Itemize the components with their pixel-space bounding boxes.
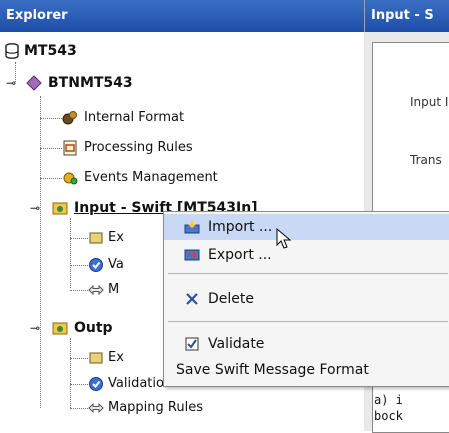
editor-tab-title[interactable]: Input - S [364, 0, 449, 32]
mono-line: a) i [374, 393, 403, 407]
menu-item-import[interactable]: Import ... [164, 214, 449, 240]
document-icon [63, 140, 77, 156]
tree-connector [70, 218, 71, 288]
menu-item-delete[interactable]: Delete [164, 286, 449, 312]
mapping-arrows-icon [88, 402, 104, 414]
explorer-title: Explorer [0, 0, 364, 32]
tree-node-label: Ex [108, 350, 124, 365]
tree-connector [70, 338, 71, 408]
mapping-arrows-icon [88, 284, 104, 296]
validate-icon [185, 337, 199, 351]
tree-connector [70, 408, 88, 409]
tree-node-label: MT543 [24, 43, 77, 59]
menu-item-label: Import ... [208, 219, 273, 235]
tree-connector [40, 178, 62, 179]
tree-connector [40, 96, 41, 408]
tree-node-processing-rules[interactable]: Processing Rules [62, 137, 282, 159]
input-folder-icon [52, 202, 68, 215]
expand-toggle-icon[interactable]: ⊸ [30, 320, 44, 336]
events-gear-icon [63, 172, 78, 185]
diamond-icon [26, 75, 42, 91]
examples-icon [89, 232, 103, 244]
tree-connector [70, 290, 88, 291]
tree-node-label: Va [108, 257, 124, 272]
menu-item-save-format[interactable]: Save Swift Message Format [164, 357, 449, 383]
tree-node-label: Outp [74, 320, 113, 336]
context-menu: Import ... Export ... Delete Validate Sa… [163, 211, 449, 387]
tree-node-output-mapping[interactable]: Mapping Rules [88, 397, 288, 419]
tree-connector [70, 358, 88, 359]
mono-text-area[interactable]: a) i bock [374, 392, 403, 424]
menu-item-validate[interactable]: Validate [164, 331, 449, 357]
import-icon [184, 220, 200, 234]
tree-node-label: BTNMT543 [48, 75, 133, 91]
database-icon [5, 43, 19, 59]
tree-node-label: Processing Rules [84, 140, 193, 155]
tree-node-internal-format[interactable]: Internal Format [62, 107, 282, 129]
mouse-pointer-icon [276, 228, 292, 249]
tree-node-input-validation[interactable]: Va [88, 254, 168, 276]
tree-node-label: Ex [108, 230, 124, 245]
tree-connector [70, 238, 88, 239]
tree-node-label: Mapping Rules [108, 400, 203, 415]
menu-item-export[interactable]: Export ... [164, 242, 449, 268]
tree-node-mt543[interactable]: MT543 [4, 40, 204, 62]
tree-node-output[interactable]: ⊸ Outp [30, 317, 170, 339]
delete-x-icon [186, 293, 198, 305]
menu-separator [168, 273, 448, 274]
input-label: Input I [410, 95, 449, 109]
expand-toggle-icon[interactable]: ⊸ [6, 75, 20, 91]
tree-connector [40, 148, 62, 149]
tree-node-output-examples[interactable]: Ex [88, 347, 168, 369]
check-circle-icon [89, 258, 103, 272]
tree-node-label: M [108, 282, 120, 297]
export-icon [184, 249, 200, 261]
transformation-label: Trans [410, 153, 442, 167]
examples-icon [89, 352, 103, 364]
output-folder-icon [52, 322, 68, 335]
menu-separator [168, 321, 448, 322]
menu-item-label: Delete [208, 291, 254, 307]
tree-node-input-examples[interactable]: Ex [88, 227, 168, 249]
mono-line: bock [374, 409, 403, 423]
tree-node-events-management[interactable]: Events Management [62, 167, 302, 189]
menu-item-label: Validate [208, 336, 265, 352]
menu-item-label: Export ... [208, 247, 272, 263]
check-circle-icon [89, 377, 103, 391]
tree-connector [40, 118, 62, 119]
expand-toggle-icon[interactable]: ⊸ [30, 200, 44, 216]
tree-connector [70, 265, 88, 266]
gears-icon [62, 111, 77, 125]
menu-item-label: Save Swift Message Format [176, 362, 369, 378]
tree-connector [70, 384, 88, 385]
tree-node-label: Internal Format [84, 110, 185, 125]
tree-node-input-mapping[interactable]: M [88, 279, 168, 301]
tree-node-label: Events Management [84, 170, 218, 185]
tree-node-btnmt543[interactable]: ⊸ BTNMT543 [4, 72, 224, 94]
